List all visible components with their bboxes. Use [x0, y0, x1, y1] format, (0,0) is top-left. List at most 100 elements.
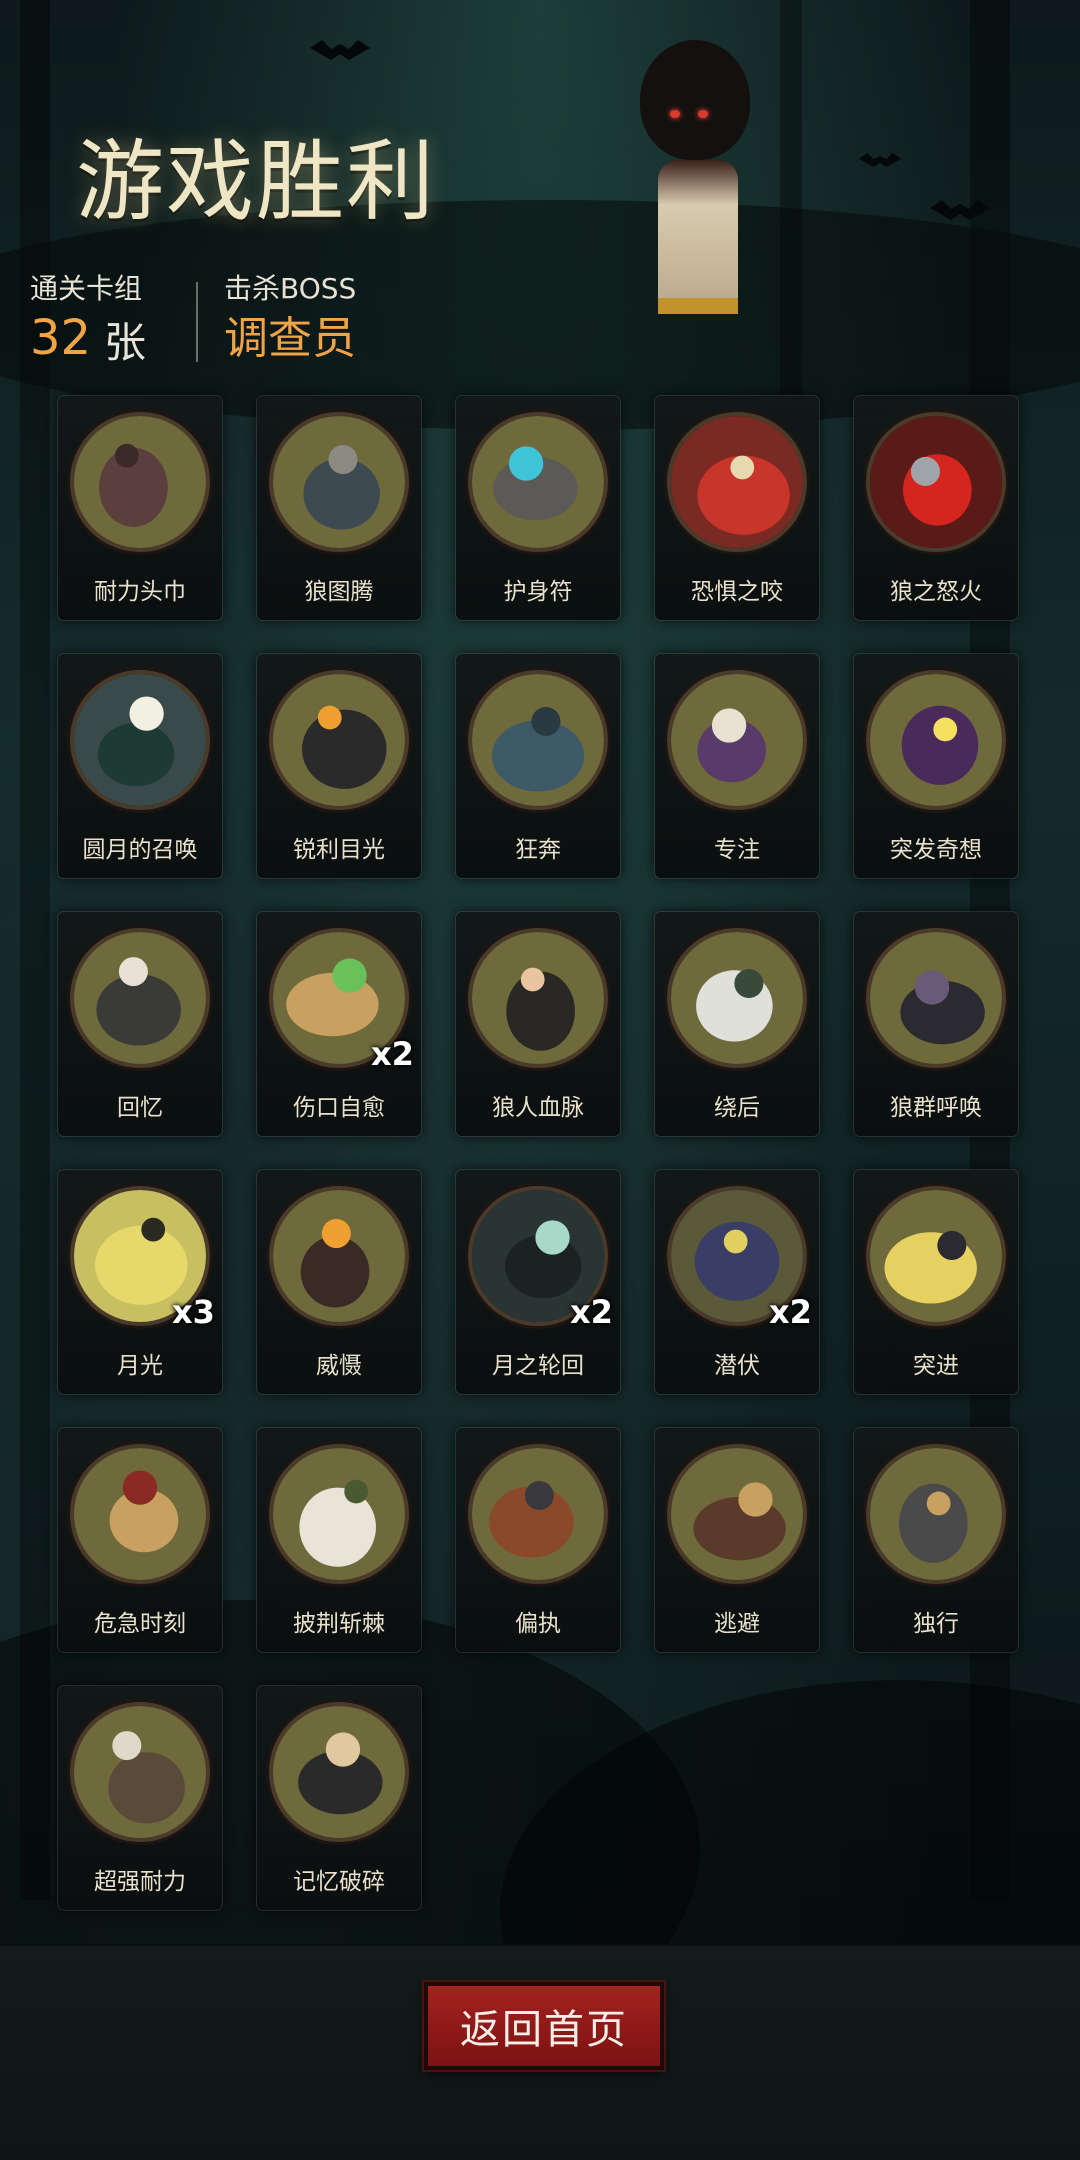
card[interactable]: 偏执 — [456, 1428, 620, 1652]
focus-icon-detail — [711, 708, 747, 743]
card-name: 伤口自愈 — [293, 1095, 385, 1121]
memory-icon-detail — [118, 957, 148, 987]
victory-screen: 游戏胜利 通关卡组 32 张 击杀BOSS 调查员 耐力头巾 狼图腾 护身符 恐… — [0, 0, 1080, 2160]
cleared-deck-count: 32 — [30, 310, 92, 366]
full-moon-call-icon-figure — [97, 722, 175, 787]
card[interactable]: 独行 — [854, 1428, 1018, 1652]
focus-icon-art — [671, 674, 803, 806]
card-name: 记忆破碎 — [293, 1869, 385, 1895]
bandana-icon-art — [74, 416, 206, 548]
pack-call-icon-detail — [914, 970, 950, 1005]
card-name: 耐力头巾 — [94, 579, 186, 605]
card[interactable]: 狼人血脉 — [456, 912, 620, 1136]
shattered-memory-icon — [269, 1702, 409, 1842]
super-stamina-icon-figure — [108, 1752, 185, 1824]
escape-icon — [667, 1444, 807, 1584]
hero-belt — [658, 298, 738, 314]
card[interactable]: 狼之怒火 — [854, 396, 1018, 620]
super-stamina-icon-art — [74, 1706, 206, 1838]
crisis-icon — [70, 1444, 210, 1584]
return-home-button[interactable]: 返回首页 — [424, 1982, 664, 2070]
fear-bite-icon — [667, 412, 807, 552]
card-name: 危急时刻 — [94, 1611, 186, 1637]
card[interactable]: 耐力头巾 — [58, 396, 222, 620]
card-count-badge: x2 — [769, 1293, 812, 1331]
card-name: 狂奔 — [515, 837, 561, 863]
cleared-deck-unit: 张 — [104, 318, 147, 367]
card[interactable]: 突进 — [854, 1170, 1018, 1394]
pack-call-icon-art — [870, 932, 1002, 1064]
card[interactable]: 危急时刻 — [58, 1428, 222, 1652]
card-name: 狼图腾 — [304, 579, 374, 605]
card[interactable]: 恐惧之咬 — [655, 396, 819, 620]
card[interactable]: x3 月光 — [58, 1170, 222, 1394]
card[interactable]: x2 潜伏 — [655, 1170, 819, 1394]
hero-head — [640, 40, 750, 160]
idea-icon-figure — [901, 705, 979, 785]
card-name: 逃避 — [714, 1611, 760, 1637]
wolf-rage-icon — [866, 412, 1006, 552]
hero-eye-icon — [698, 110, 708, 118]
card[interactable]: 逃避 — [655, 1428, 819, 1652]
sharp-gaze-icon-figure — [302, 709, 387, 789]
paranoia-icon-detail — [524, 1481, 554, 1511]
intimidate-icon-detail — [321, 1219, 351, 1249]
card[interactable]: 记忆破碎 — [257, 1686, 421, 1910]
stat-divider — [196, 282, 198, 362]
super-stamina-icon-detail — [112, 1731, 142, 1761]
moonlight-icon-detail — [141, 1217, 166, 1242]
card-name: 狼人血脉 — [492, 1095, 584, 1121]
werewolf-blood-icon-art — [472, 932, 604, 1064]
full-moon-call-icon-art — [74, 674, 206, 806]
card[interactable]: 绕后 — [655, 912, 819, 1136]
werewolf-blood-icon-detail — [520, 967, 545, 992]
card[interactable]: 披荆斩棘 — [257, 1428, 421, 1652]
card[interactable]: x2 伤口自愈 — [257, 912, 421, 1136]
card-name: 月之轮回 — [492, 1353, 584, 1379]
card-count-badge: x2 — [570, 1293, 613, 1331]
return-home-label: 返回首页 — [460, 2007, 628, 2053]
wolf-rage-icon-art — [870, 416, 1002, 548]
lone-walk-icon-art — [870, 1448, 1002, 1580]
card[interactable]: 突发奇想 — [854, 654, 1018, 878]
sharp-gaze-icon — [269, 670, 409, 810]
card-name: 回忆 — [117, 1095, 163, 1121]
escape-icon-detail — [738, 1482, 773, 1517]
card-name: 绕后 — [714, 1095, 760, 1121]
lurk-icon-detail — [723, 1229, 748, 1254]
card[interactable]: 回忆 — [58, 912, 222, 1136]
pack-call-icon — [866, 928, 1006, 1068]
shattered-memory-icon-art — [273, 1706, 405, 1838]
card[interactable]: 超强耐力 — [58, 1686, 222, 1910]
idea-icon-art — [870, 674, 1002, 806]
intimidate-icon-art — [273, 1190, 405, 1322]
boss-name: 调查员 — [224, 313, 356, 364]
dash-icon — [866, 1186, 1006, 1326]
card[interactable]: 锐利目光 — [257, 654, 421, 878]
werewolf-blood-icon — [468, 928, 608, 1068]
card[interactable]: 狂奔 — [456, 654, 620, 878]
card[interactable]: 狼图腾 — [257, 396, 421, 620]
card[interactable]: 护身符 — [456, 396, 620, 620]
blaze-trail-icon-art — [273, 1448, 405, 1580]
card-name: 突发奇想 — [890, 837, 982, 863]
card-name: 潜伏 — [714, 1353, 760, 1379]
boss-label: 击杀BOSS — [224, 272, 357, 305]
card[interactable]: 专注 — [655, 654, 819, 878]
escape-icon-figure — [693, 1496, 786, 1561]
card-name: 突进 — [913, 1353, 959, 1379]
blaze-trail-icon-detail — [344, 1479, 369, 1504]
memory-icon — [70, 928, 210, 1068]
card[interactable]: 威慑 — [257, 1170, 421, 1394]
blaze-trail-icon — [269, 1444, 409, 1584]
footer-bar: 返回首页 — [0, 1944, 1080, 2160]
card[interactable]: 狼群呼唤 — [854, 912, 1018, 1136]
wolf-totem-icon — [269, 412, 409, 552]
card-name: 护身符 — [503, 579, 573, 605]
card-name: 偏执 — [515, 1611, 561, 1637]
card[interactable]: 圆月的召唤 — [58, 654, 222, 878]
card[interactable]: x2 月之轮回 — [456, 1170, 620, 1394]
sprint-icon-art — [472, 674, 604, 806]
card-grid: 耐力头巾 狼图腾 护身符 恐惧之咬 狼之怒火 圆月的召唤 锐利目光 狂奔 专注 … — [58, 396, 1022, 1910]
shattered-memory-icon-detail — [325, 1732, 361, 1767]
